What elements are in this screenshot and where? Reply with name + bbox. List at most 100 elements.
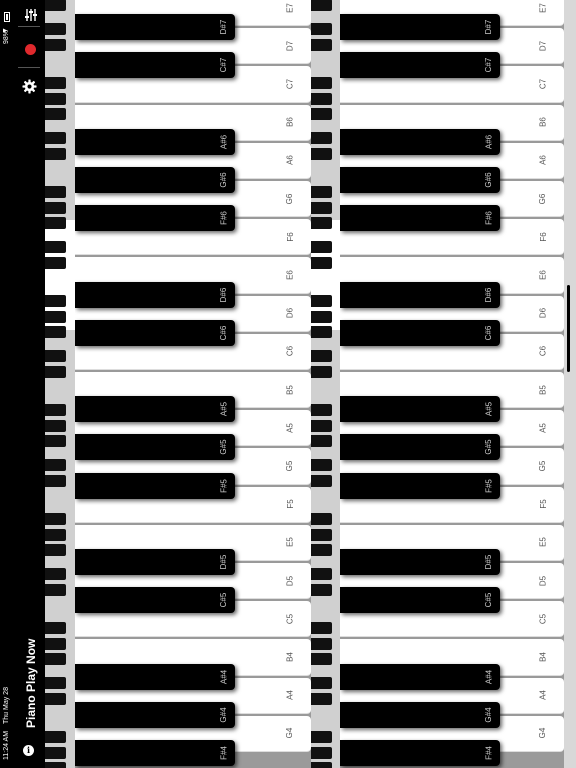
minimap-black-key xyxy=(311,256,332,269)
key-label: C5 xyxy=(538,613,548,624)
black-key[interactable]: D#6 xyxy=(75,281,235,308)
minimap-black-key xyxy=(45,731,66,743)
minimap-black-key xyxy=(45,201,66,214)
key-label: G#6 xyxy=(218,172,228,188)
minimap-black-key xyxy=(45,404,66,416)
black-key[interactable]: A#6 xyxy=(340,128,500,155)
key-label: D#5 xyxy=(219,554,229,570)
black-key[interactable]: F#5 xyxy=(75,472,235,499)
black-key[interactable]: G#5 xyxy=(75,434,235,461)
status-time: 11:24 AM xyxy=(3,730,10,760)
key-label: C#6 xyxy=(484,325,494,341)
black-key[interactable]: G#4 xyxy=(75,701,235,728)
minimap-black-key xyxy=(311,474,332,487)
key-label: D#6 xyxy=(219,287,229,302)
minimap-black-key xyxy=(311,217,332,229)
minimap-black-key xyxy=(311,108,332,120)
black-key[interactable]: G#5 xyxy=(340,434,500,461)
key-label: D#5 xyxy=(484,554,494,570)
black-key[interactable]: F#5 xyxy=(340,472,500,499)
battery-icon xyxy=(4,12,10,22)
black-key[interactable]: D#7 xyxy=(75,14,235,41)
black-key[interactable]: D#5 xyxy=(75,549,235,575)
black-key[interactable]: A#5 xyxy=(340,396,500,423)
key-label: A4 xyxy=(538,690,548,701)
black-key[interactable]: C#5 xyxy=(340,587,500,614)
black-key[interactable]: A#6 xyxy=(75,128,235,155)
key-label: A6 xyxy=(285,155,295,166)
minimap-black-key xyxy=(311,653,332,665)
minimap-black-key xyxy=(311,310,332,323)
minimap-black-key xyxy=(311,528,332,541)
minimap-black-key xyxy=(311,38,332,51)
black-key[interactable]: D#6 xyxy=(340,281,500,308)
key-label: G#4 xyxy=(483,707,493,723)
black-key[interactable]: G#6 xyxy=(75,167,235,193)
key-label: B5 xyxy=(538,384,548,395)
key-label: F#6 xyxy=(219,211,229,226)
key-label: C6 xyxy=(285,346,295,357)
scroll-handle[interactable] xyxy=(567,285,570,372)
black-key[interactable]: C#6 xyxy=(340,319,500,346)
gear-icon[interactable] xyxy=(22,79,37,94)
black-key[interactable]: G#6 xyxy=(340,167,500,193)
key-label: C7 xyxy=(285,78,295,90)
black-key[interactable]: D#7 xyxy=(340,14,500,41)
black-key[interactable]: G#4 xyxy=(340,701,500,728)
info-icon[interactable]: i xyxy=(23,745,34,756)
key-label: D#6 xyxy=(484,287,494,302)
mixer-icon[interactable] xyxy=(24,8,38,22)
black-key[interactable]: F#4 xyxy=(75,740,235,766)
piano-keyboard-right: E7 D7 C7 B6 A6 G6 F6 E6 D6 C6 B5 A5 G5 F5 E5 D5 C5 B4 A4 G4… xyxy=(340,0,564,768)
key-label: A6 xyxy=(538,155,548,166)
key-label: C#5 xyxy=(484,592,494,608)
black-key[interactable]: C#7 xyxy=(340,52,500,79)
app-title: Piano Play Now xyxy=(24,638,38,728)
key-label: F6 xyxy=(285,232,295,242)
minimap-black-key xyxy=(311,637,332,650)
toolbar-divider xyxy=(18,67,40,68)
key-label: C6 xyxy=(538,346,548,357)
black-key[interactable]: F#6 xyxy=(75,205,235,232)
black-key[interactable]: A#4 xyxy=(75,663,235,690)
minimap-black-key xyxy=(311,404,332,416)
minimap-black-key xyxy=(45,459,66,471)
minimap-black-key xyxy=(45,435,66,447)
keyboard-minimap[interactable] xyxy=(45,0,75,768)
key-label: D#7 xyxy=(484,19,494,35)
minimap-black-key xyxy=(45,147,66,160)
key-label: D6 xyxy=(538,308,548,319)
key-label: E7 xyxy=(538,2,548,13)
minimap-black-key xyxy=(311,365,332,378)
minimap-black-key xyxy=(311,295,332,307)
minimap-black-key xyxy=(311,544,332,556)
battery-percentage: 98% xyxy=(3,29,10,44)
keyboard-minimap[interactable] xyxy=(311,0,340,768)
key-label: C#7 xyxy=(219,58,229,73)
minimap-black-key xyxy=(45,295,66,307)
black-key[interactable]: F#6 xyxy=(340,205,500,232)
key-label: F#6 xyxy=(484,211,494,226)
key-label: A4 xyxy=(285,690,295,701)
minimap-black-key xyxy=(45,365,66,378)
key-label: F5 xyxy=(538,499,548,509)
minimap-black-key xyxy=(45,132,66,144)
black-key[interactable]: C#5 xyxy=(75,587,235,614)
key-label: D7 xyxy=(538,40,548,51)
black-key[interactable]: A#4 xyxy=(340,663,500,690)
black-key[interactable]: F#4 xyxy=(340,740,500,766)
black-key[interactable]: D#5 xyxy=(340,549,500,575)
record-button[interactable] xyxy=(25,44,36,55)
minimap-black-key xyxy=(45,92,66,105)
black-key[interactable]: A#5 xyxy=(75,396,235,423)
minimap-black-key xyxy=(311,622,332,634)
key-label: B4 xyxy=(285,652,295,662)
minimap-black-key xyxy=(311,762,332,768)
minimap-black-key xyxy=(45,326,66,338)
minimap-black-key xyxy=(311,692,332,705)
key-label: A#6 xyxy=(219,134,229,149)
sidebar: ▼ 98% 11:24 AM Thu May 28 Piano Play Now… xyxy=(0,0,45,768)
keyboard-edge xyxy=(564,0,576,768)
black-key[interactable]: C#6 xyxy=(75,319,235,346)
black-key[interactable]: C#7 xyxy=(75,52,235,79)
